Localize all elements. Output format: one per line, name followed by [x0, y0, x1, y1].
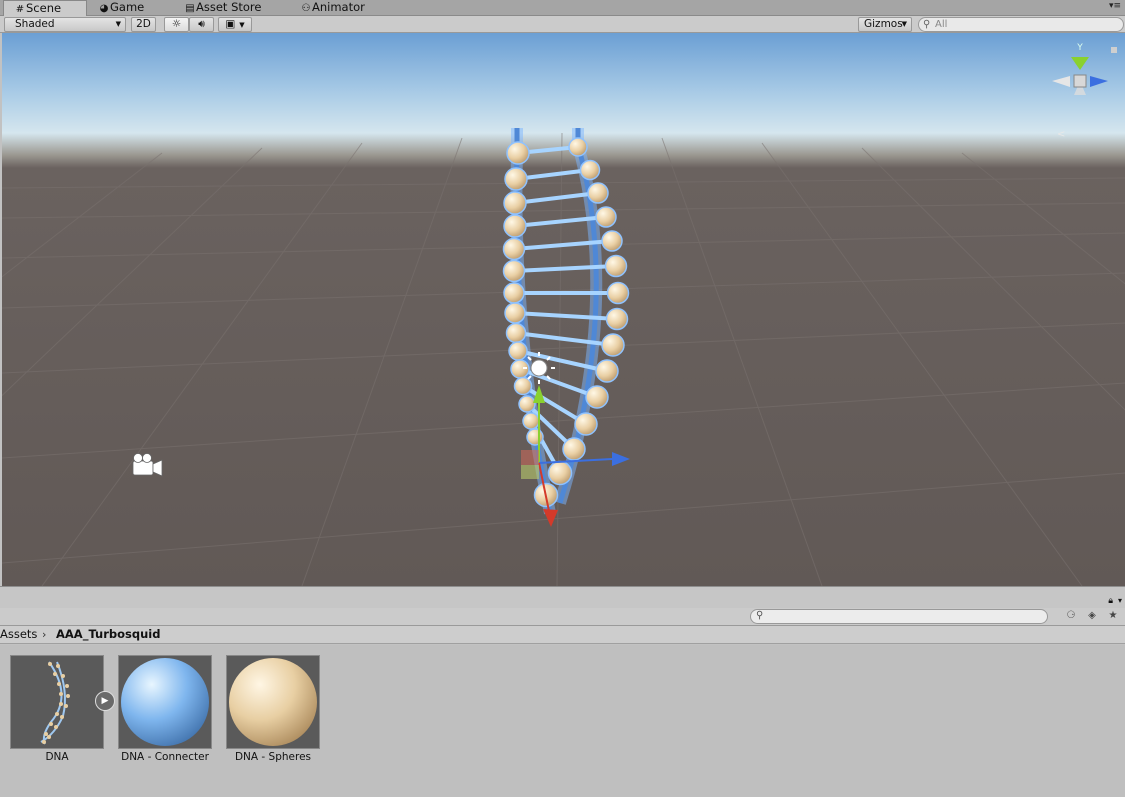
panel-menu-icon[interactable]: ▾ [1118, 596, 1122, 605]
expand-prefab-button[interactable]: ▶ [95, 691, 115, 711]
asset-grid: ▶ DNA DNA - Connecter DNA - Spheres [0, 645, 1125, 797]
asset-label-dna-connecter: DNA - Connecter [121, 751, 209, 763]
spheres-material-thumbnail [229, 658, 317, 746]
scene-render: Y < [2, 43, 1125, 586]
connecter-material-thumbnail [121, 658, 209, 746]
editor-tab-bar: # Scene ◕ Game ▤Asset Store ⚇ Animator ▾≡ [0, 0, 1125, 17]
tab-animator-label: Animator [312, 0, 365, 14]
chevron-down-icon: ▼ [239, 21, 245, 29]
scene-toolbar: Shaded ▼ 2D ☼ 🔊︎ ▣ ▼ Gizmos ▼ ⚲ All [0, 16, 1125, 33]
dna-prefab-thumbnail [40, 661, 70, 745]
asset-label-dna-spheres: DNA - Spheres [234, 751, 312, 763]
tab-scene[interactable]: # Scene [3, 0, 87, 17]
speaker-icon: 🔊︎ [198, 18, 205, 30]
audio-toggle-button[interactable]: 🔊︎ [189, 17, 214, 32]
sun-icon: ☼ [171, 18, 182, 30]
scene-search-placeholder: All [935, 19, 948, 30]
lock-icon[interactable]: 🔒︎ [1108, 596, 1113, 606]
store-icon: ▤ [185, 3, 195, 14]
pacman-icon: ◕ [99, 3, 109, 14]
z-axis-handle [612, 452, 630, 466]
tab-asset-store[interactable]: ▤Asset Store [174, 0, 284, 16]
gizmos-label: Gizmos [864, 18, 903, 30]
shading-mode-dropdown[interactable]: Shaded ▼ [4, 17, 126, 32]
chevron-right-icon: › [42, 628, 47, 641]
toggle-2d-button[interactable]: 2D [131, 17, 156, 32]
asset-tile-dna-spheres[interactable] [226, 655, 320, 749]
gizmos-dropdown[interactable]: Gizmos ▼ [858, 17, 912, 32]
effects-dropdown[interactable]: ▣ ▼ [218, 17, 252, 32]
favorite-star-icon[interactable]: ★ [1104, 609, 1122, 624]
tab-scene-label: Scene [26, 1, 62, 15]
tab-menu-icon[interactable]: ▾≡ [1109, 1, 1121, 11]
label-tag-icon[interactable]: ◈ [1083, 609, 1101, 624]
filter-by-type-icon[interactable]: ⚆ [1062, 609, 1080, 624]
tab-game-label: Game [110, 0, 145, 14]
project-search-input[interactable]: ⚲ [750, 609, 1048, 624]
breadcrumb-current-folder[interactable]: AAA_Turbosquid [56, 626, 160, 643]
x-axis-handle [543, 509, 558, 527]
search-icon: ⚲ [923, 19, 931, 30]
orientation-gizmo[interactable]: Y < [1052, 43, 1117, 140]
camera-icon[interactable] [132, 453, 163, 477]
scene-viewport[interactable]: Y < [2, 33, 1125, 586]
svg-text:<: < [1057, 129, 1065, 140]
image-icon: ▣ [225, 18, 236, 30]
asset-label-dna: DNA [45, 751, 69, 763]
animator-icon: ⚇ [301, 3, 311, 14]
play-icon: ▶ [101, 696, 109, 706]
chevron-down-icon: ▼ [901, 20, 907, 28]
breadcrumb: Assets › AAA_Turbosquid [0, 626, 1125, 644]
lighting-toggle-button[interactable]: ☼ [164, 17, 189, 32]
shading-mode-value: Shaded [15, 18, 55, 30]
asset-tile-dna-connecter[interactable] [118, 655, 212, 749]
scene-search-input[interactable]: ⚲ All [918, 17, 1124, 32]
tab-asset-store-label: Asset Store [196, 0, 262, 14]
tab-animator[interactable]: ⚇ Animator [290, 0, 390, 16]
asset-tile-dna[interactable] [10, 655, 104, 749]
project-toolbar: ⚲ ⚆ ◈ ★ [0, 608, 1125, 626]
hash-icon: # [15, 4, 25, 15]
breadcrumb-assets[interactable]: Assets [0, 626, 37, 643]
chevron-down-icon: ▼ [115, 20, 121, 28]
search-icon: ⚲ [756, 610, 764, 621]
panel-divider[interactable]: 🔒︎ ▾ [0, 586, 1125, 608]
gizmo-axis-label: Y [1076, 43, 1083, 53]
tab-game[interactable]: ◕ Game [88, 0, 172, 16]
